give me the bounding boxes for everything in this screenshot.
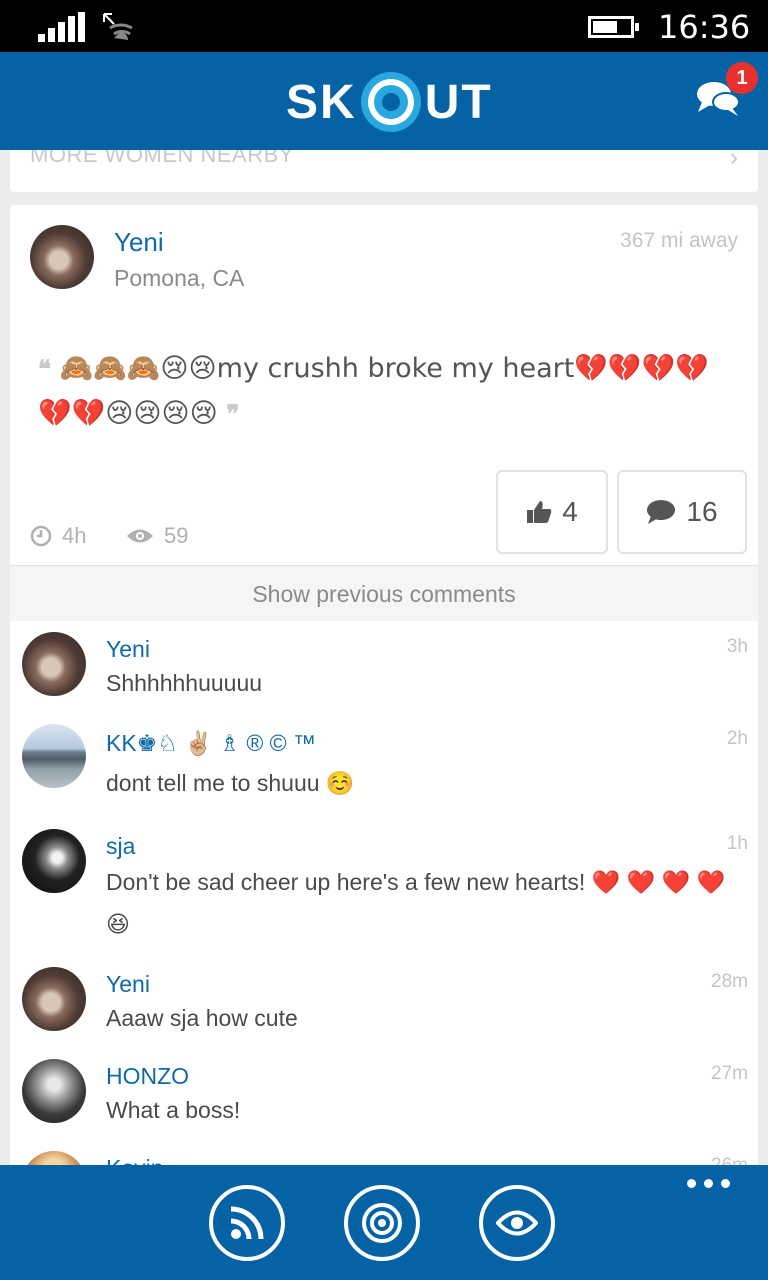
thumbs-up-icon xyxy=(527,501,552,523)
comment-time: 28m xyxy=(711,971,748,992)
bottom-app-bar xyxy=(0,1165,768,1280)
post-text-content: 🙈🙈🙈😢😢my crushh broke my heart💔💔💔💔💔💔😢😢😢😢 xyxy=(38,353,709,429)
eye-icon xyxy=(127,529,153,543)
wifi-icon xyxy=(103,13,133,40)
comment-author[interactable]: Yeni xyxy=(106,636,150,663)
post-card: Yeni Pomona, CA 367 mi away ❝ 🙈🙈🙈😢😢my cr… xyxy=(10,205,758,1170)
avatar[interactable] xyxy=(22,1059,86,1123)
comment-author[interactable]: sja xyxy=(106,833,135,860)
post-age: 4h xyxy=(30,523,86,549)
avatar[interactable] xyxy=(22,967,86,1031)
eye-icon xyxy=(496,1210,538,1236)
comments-button[interactable]: 16 xyxy=(617,470,747,554)
comment-text: Don't be sad cheer up here's a few new h… xyxy=(106,869,726,937)
comment-author[interactable]: Yeni xyxy=(106,971,150,998)
avatar[interactable] xyxy=(22,829,86,893)
app-header: SK UT xyxy=(0,52,768,150)
notification-badge[interactable]: 1 xyxy=(726,62,758,94)
comment-text: Shhhhhhuuuuu xyxy=(106,670,263,696)
avatar[interactable] xyxy=(30,225,94,289)
show-previous-comments-button[interactable]: Show previous comments xyxy=(10,565,758,621)
more-dots-icon[interactable] xyxy=(687,1179,730,1188)
comment-author[interactable]: KK♚♘ ✌🏼 ♗ ® © ™ xyxy=(106,730,316,757)
chevron-right-icon: › xyxy=(730,150,738,171)
comment-time: 2h xyxy=(726,728,748,749)
status-time: 16:36 xyxy=(658,8,751,46)
more-nearby-card[interactable]: MORE WOMEN NEARBY › xyxy=(10,150,758,192)
comment-text: dont tell me to shuuu ☺️ xyxy=(106,770,355,796)
post-views: 59 xyxy=(126,523,188,549)
feed-button[interactable] xyxy=(209,1185,285,1261)
skout-logo: SK UT xyxy=(286,70,493,134)
post-location: Pomona, CA xyxy=(114,265,245,291)
watch-button[interactable] xyxy=(479,1185,555,1261)
signal-strength-icon xyxy=(38,12,86,42)
like-button[interactable]: 4 xyxy=(496,470,608,554)
post-distance: 367 mi away xyxy=(620,229,738,252)
logo-target-icon xyxy=(360,72,421,132)
comment-time: 1h xyxy=(726,833,748,854)
open-quote-icon: ❝ xyxy=(38,357,51,383)
avatar[interactable] xyxy=(22,724,86,788)
post-author[interactable]: Yeni xyxy=(114,227,164,258)
comment-time: 3h xyxy=(726,636,748,657)
clock-icon xyxy=(30,525,52,547)
close-quote-icon: ❞ xyxy=(226,402,240,428)
comment-text: What a boss! xyxy=(106,1097,241,1123)
battery-icon xyxy=(588,16,639,38)
post-text: ❝ 🙈🙈🙈😢😢my crushh broke my heart💔💔💔💔💔💔😢😢😢… xyxy=(38,347,728,437)
comment-author[interactable]: HONZO xyxy=(106,1063,189,1090)
more-nearby-label: MORE WOMEN NEARBY xyxy=(30,150,294,167)
target-icon xyxy=(362,1203,402,1243)
comment-text: Aaaw sja how cute xyxy=(106,1005,298,1031)
meet-button[interactable] xyxy=(344,1185,420,1261)
comment-time: 27m xyxy=(711,1063,748,1084)
speech-bubble-icon xyxy=(647,500,676,524)
status-bar: 16:36 xyxy=(0,0,768,52)
avatar[interactable] xyxy=(22,632,86,696)
rss-icon xyxy=(230,1206,264,1240)
